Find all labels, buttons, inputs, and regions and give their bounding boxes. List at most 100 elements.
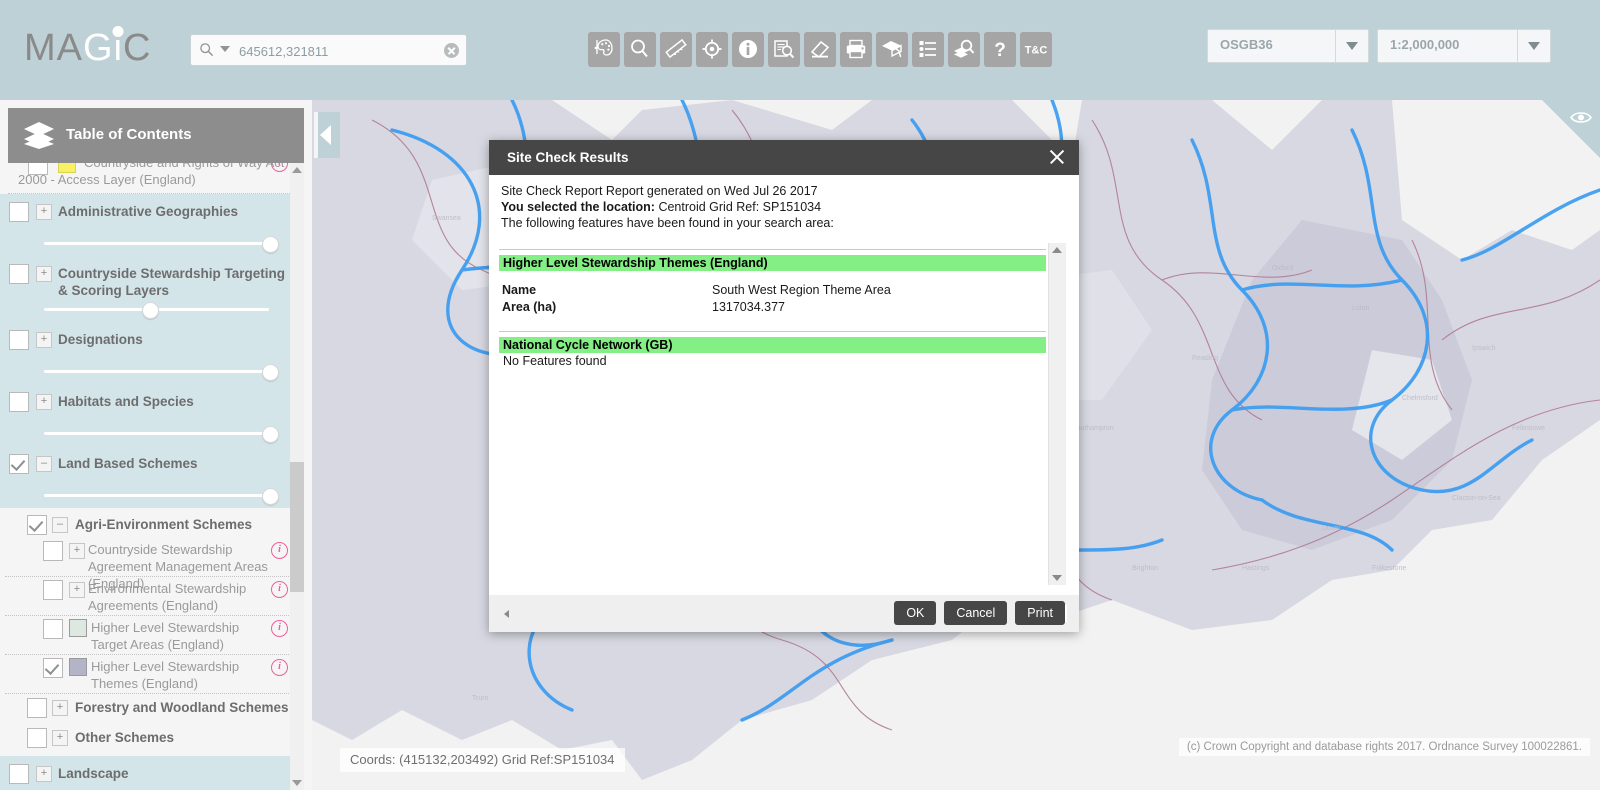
projection-dropdown[interactable]: OSGB36	[1207, 29, 1369, 63]
help-button[interactable]: ?	[984, 31, 1016, 67]
terms-button[interactable]: T&C	[1020, 31, 1052, 67]
layer-checkbox[interactable]	[9, 764, 29, 784]
projection-dropdown-arrow[interactable]	[1335, 30, 1368, 62]
expand-icon[interactable]: +	[36, 266, 52, 282]
toc-layer-list[interactable]: Countryside and Rights of Way Act i 2000…	[0, 163, 304, 790]
collapse-icon[interactable]: –	[52, 517, 68, 533]
svg-text:Felixstowe: Felixstowe	[1512, 425, 1545, 432]
layer-checkbox[interactable]	[9, 392, 29, 412]
opacity-slider[interactable]	[0, 302, 304, 319]
legend-button[interactable]	[912, 31, 944, 67]
opacity-slider[interactable]	[0, 488, 304, 505]
svg-text:Brighton: Brighton	[1132, 565, 1158, 572]
scroll-down-arrow[interactable]	[1052, 575, 1062, 581]
layer-checkbox[interactable]	[43, 619, 63, 639]
dialog-titlebar[interactable]: Site Check Results	[489, 140, 1079, 175]
sidebar-item-administrative-geographies[interactable]: + Administrative Geographies	[0, 194, 304, 256]
expand-icon[interactable]: +	[36, 394, 52, 410]
chevron-down-icon[interactable]	[220, 46, 230, 52]
layer-search-button[interactable]	[948, 31, 980, 67]
list-item[interactable]: Higher Level Stewardship Themes (England…	[0, 655, 304, 693]
group-row: + Landscape	[0, 764, 304, 790]
layer-checkbox[interactable]	[9, 202, 29, 222]
scale-value: 1:2,000,000	[1390, 37, 1460, 52]
search-input[interactable]	[237, 35, 431, 67]
scroll-left-arrow[interactable]	[504, 610, 509, 618]
draw-palette-button[interactable]	[588, 31, 620, 67]
print-button[interactable]	[840, 31, 872, 67]
print-button[interactable]: Print	[1015, 601, 1065, 625]
toc-collapse-button[interactable]	[314, 112, 340, 158]
slider-knob[interactable]	[262, 236, 279, 253]
layer-checkbox[interactable]	[9, 330, 29, 350]
expand-icon[interactable]: +	[52, 700, 68, 716]
expand-icon[interactable]: +	[36, 332, 52, 348]
sidebar-item-habitats-and-species[interactable]: + Habitats and Species	[0, 384, 304, 446]
layer-checkbox[interactable]	[27, 728, 47, 748]
layer-checkbox[interactable]	[9, 264, 29, 284]
expand-icon[interactable]: +	[36, 204, 52, 220]
info-icon[interactable]: i	[271, 620, 288, 637]
list-item-label: Environmental Stewardship Agreements (En…	[88, 581, 247, 613]
layer-checkbox[interactable]	[43, 580, 63, 600]
slider-knob[interactable]	[262, 488, 279, 505]
slider-track	[44, 494, 269, 497]
scroll-down-arrow[interactable]	[292, 780, 302, 786]
layer-checkbox[interactable]	[27, 698, 47, 718]
cancel-button[interactable]: Cancel	[944, 601, 1008, 625]
scroll-up-arrow[interactable]	[1052, 247, 1062, 253]
table-of-contents-panel[interactable]: Table of Contents Countryside and Rights…	[0, 100, 312, 790]
scale-dropdown[interactable]: 1:2,000,000	[1377, 29, 1551, 63]
sidebar-item-other-schemes[interactable]: + Other Schemes	[0, 724, 304, 754]
scale-dropdown-arrow[interactable]	[1517, 30, 1550, 62]
layer-checkbox[interactable]	[43, 658, 63, 678]
expand-icon[interactable]: +	[69, 582, 85, 598]
field-key: Name	[502, 283, 537, 297]
visibility-toggle-tab[interactable]	[1538, 100, 1600, 162]
search-box[interactable]	[190, 34, 467, 67]
opacity-slider[interactable]	[0, 364, 304, 381]
identify-button[interactable]	[732, 31, 764, 67]
measure-button[interactable]	[660, 31, 692, 67]
opacity-slider[interactable]	[0, 236, 304, 253]
toc-scrollbar[interactable]	[290, 163, 304, 790]
sidebar-item-land-based-schemes[interactable]: – Land Based Schemes	[0, 446, 304, 508]
close-icon[interactable]	[1047, 147, 1067, 167]
list-item[interactable]: + Environmental Stewardship Agreements (…	[0, 577, 304, 615]
annotate-button[interactable]	[876, 31, 908, 67]
list-item[interactable]: Countryside and Rights of Way Act i 2000…	[0, 163, 304, 193]
scrollbar-thumb[interactable]	[290, 462, 304, 592]
opacity-slider[interactable]	[0, 426, 304, 443]
list-item[interactable]: + Countryside Stewardship Agreement Mana…	[0, 540, 304, 591]
layer-checkbox[interactable]	[27, 515, 47, 535]
locate-button[interactable]	[696, 31, 728, 67]
layer-checkbox[interactable]	[43, 541, 63, 561]
sidebar-item-agri-environment-schemes[interactable]: – Agri-Environment Schemes	[0, 514, 304, 540]
dialog-vertical-scrollbar[interactable]	[1048, 243, 1066, 585]
slider-knob[interactable]	[262, 364, 279, 381]
sidebar-item-forestry-and-woodland-schemes[interactable]: + Forestry and Woodland Schemes	[0, 694, 304, 724]
list-item[interactable]: Higher Level Stewardship Target Areas (E…	[0, 616, 304, 654]
expand-icon[interactable]: +	[69, 543, 85, 559]
ok-button[interactable]: OK	[894, 601, 937, 625]
slider-knob[interactable]	[262, 426, 279, 443]
erase-button[interactable]	[804, 31, 836, 67]
collapse-icon[interactable]: –	[36, 456, 52, 472]
slider-knob[interactable]	[142, 302, 159, 319]
scroll-up-arrow[interactable]	[292, 167, 302, 173]
site-check-button[interactable]	[768, 31, 800, 67]
sidebar-item-landscape[interactable]: + Landscape	[0, 756, 304, 790]
sidebar-item-designations[interactable]: + Designations	[0, 322, 304, 384]
zoom-search-button[interactable]	[624, 31, 656, 67]
info-icon[interactable]: i	[271, 659, 288, 676]
info-icon[interactable]: i	[271, 581, 288, 598]
site-check-results-dialog[interactable]: Site Check Results Site Check Report Rep…	[489, 140, 1079, 632]
info-icon[interactable]: i	[271, 542, 288, 559]
layer-checkbox[interactable]	[9, 454, 29, 474]
results-scroll-area[interactable]: Higher Level Stewardship Themes (England…	[499, 243, 1046, 585]
expand-icon[interactable]: +	[52, 730, 68, 746]
field-key: Area (ha)	[502, 300, 557, 314]
expand-icon[interactable]: +	[36, 766, 52, 782]
clear-icon[interactable]	[444, 43, 459, 58]
sidebar-item-countryside-stewardship-targeting[interactable]: + Countryside Stewardship Targeting & Sc…	[0, 256, 304, 322]
